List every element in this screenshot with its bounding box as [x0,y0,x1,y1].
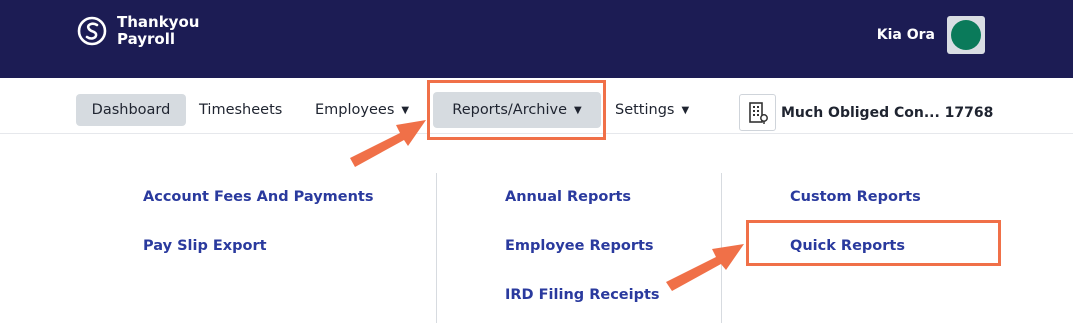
logo-line2: Payroll [117,30,176,48]
quick-reports-highlight-box [746,220,1001,266]
user-menu[interactable]: Kia Ora [877,16,985,54]
menu-link-pay-slip-export[interactable]: Pay Slip Export [143,238,267,254]
user-name: Kia Ora [876,27,935,43]
nav-settings-label: Settings [615,102,675,118]
avatar-circle [951,20,981,50]
arrow-pointer-icon [666,244,744,291]
menu-link-ird-filing-receipts[interactable]: IRD Filing Receipts [505,287,660,303]
logo[interactable]: Thankyou Payroll [76,14,199,48]
logo-text: Thankyou Payroll [117,14,199,48]
logo-line1: Thankyou [117,13,200,31]
menu-link-custom-reports[interactable]: Custom Reports [790,189,921,205]
menu-link-employee-reports[interactable]: Employee Reports [505,238,654,254]
menu-divider [436,173,437,323]
company-name: Much Obliged Con... 17768 [781,104,994,121]
building-icon [739,94,776,131]
reports-highlight-box [427,80,606,140]
menu-link-annual-reports[interactable]: Annual Reports [505,189,631,205]
company-selector[interactable]: Much Obliged Con... 17768 [739,94,993,131]
nav-timesheets-label: Timesheets [199,102,283,118]
arrow-pointer-icon [350,120,426,167]
thankyou-logo-icon [77,16,107,46]
nav-dashboard-label: Dashboard [91,102,171,118]
nav-timesheets[interactable]: Timesheets [199,94,282,126]
top-header: Thankyou Payroll Kia Ora [0,0,1073,78]
avatar[interactable] [947,16,985,54]
caret-down-icon: ▼ [681,104,690,116]
nav-settings[interactable]: Settings ▼ [615,94,689,126]
menu-link-account-fees[interactable]: Account Fees And Payments [143,189,374,205]
nav-dashboard[interactable]: Dashboard [76,94,186,126]
